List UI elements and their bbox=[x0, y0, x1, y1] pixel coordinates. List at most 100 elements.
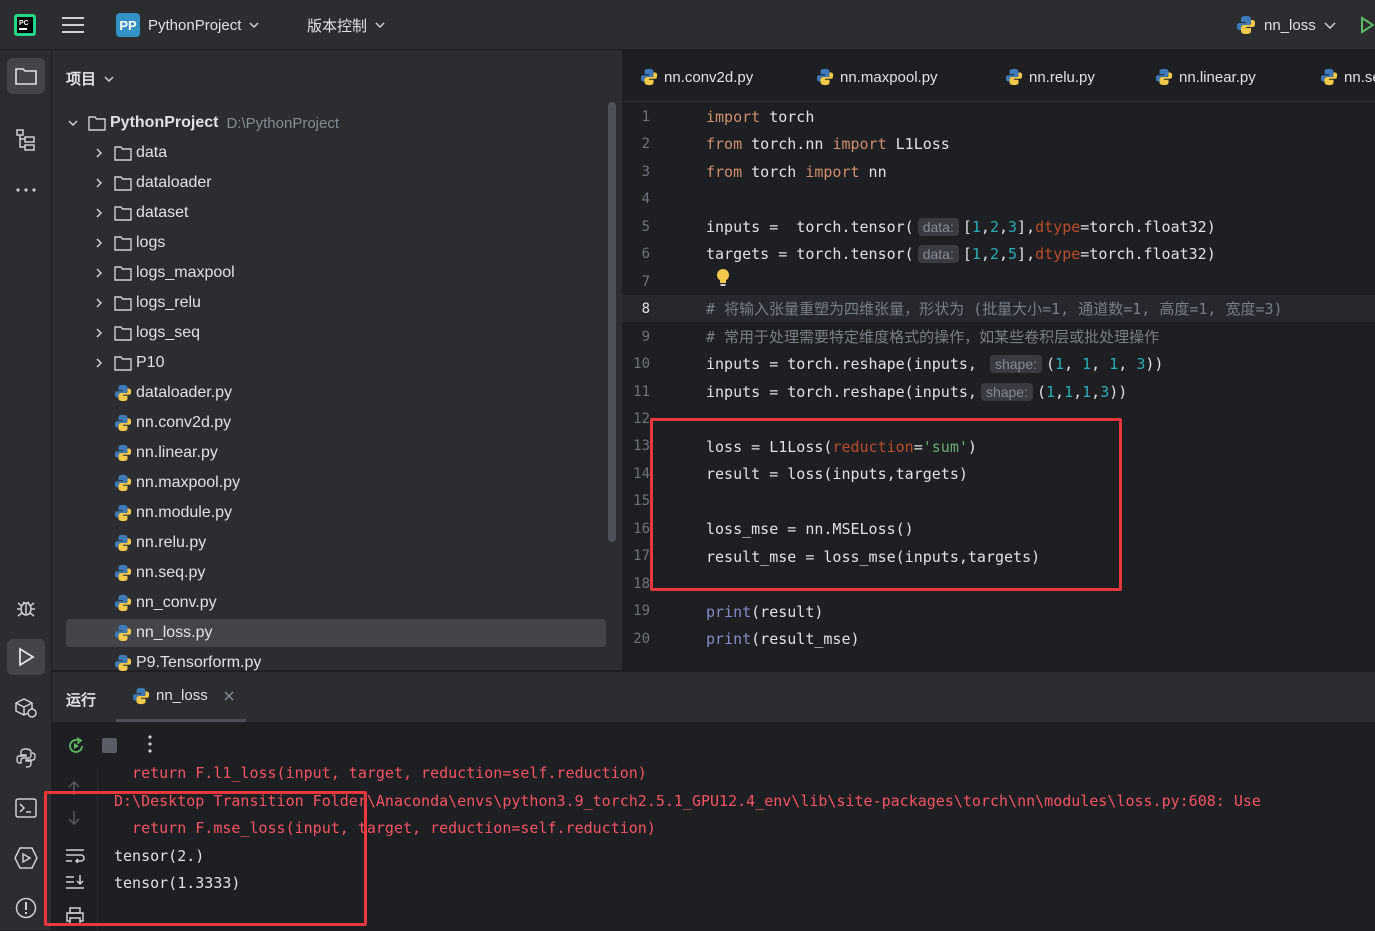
tree-file[interactable]: nn_conv.py bbox=[66, 589, 606, 617]
lightbulb-icon[interactable] bbox=[716, 268, 730, 288]
root-path: D:\PythonProject bbox=[226, 114, 340, 132]
tree-item-label: nn.linear.py bbox=[136, 444, 218, 461]
run-panel: 运行 nn_loss return F.l1_loss(input, targe… bbox=[44, 671, 1375, 931]
tree-file[interactable]: nn.seq.py bbox=[66, 559, 606, 587]
code-line[interactable]: print(result) bbox=[622, 598, 1375, 625]
tree-item-label: nn.maxpool.py bbox=[136, 474, 241, 491]
project-name: PythonProject bbox=[148, 16, 242, 34]
python-file-icon bbox=[114, 384, 132, 402]
tree-folder[interactable]: data bbox=[66, 139, 606, 167]
python-file-icon bbox=[132, 687, 150, 705]
editor-tab[interactable]: nn.linear.py bbox=[1155, 64, 1256, 90]
problems-tool-button[interactable] bbox=[7, 890, 45, 926]
editor-tabs: nn.conv2d.py nn.maxpool.py nn.relu.py nn… bbox=[622, 50, 1375, 102]
python-packages-tool-button[interactable] bbox=[7, 690, 45, 726]
structure-icon bbox=[16, 129, 35, 151]
python-icon bbox=[1237, 16, 1255, 34]
tree-item-label: nn.module.py bbox=[136, 504, 233, 521]
python-file-icon bbox=[816, 68, 834, 86]
vcs-menu[interactable]: 版本控制 bbox=[307, 0, 385, 50]
run-tool-button[interactable] bbox=[7, 639, 45, 675]
chevron-right-icon[interactable] bbox=[92, 326, 106, 340]
code-line[interactable]: # 常用于处理需要特定维度格式的操作，如某些卷积层或批处理操作 bbox=[622, 323, 1375, 350]
inlay-hint: data: bbox=[917, 217, 959, 236]
main-menu-icon[interactable] bbox=[62, 0, 84, 50]
run-panel-header: 运行 nn_loss bbox=[52, 672, 1375, 722]
bug-icon bbox=[17, 601, 35, 617]
tree-item-label: dataloader bbox=[136, 174, 212, 191]
folder-icon bbox=[15, 68, 37, 85]
tree-folder[interactable]: dataloader bbox=[66, 169, 606, 197]
python-file-icon bbox=[1320, 68, 1338, 86]
more-tools-button[interactable] bbox=[7, 172, 45, 208]
chevron-down-icon bbox=[375, 22, 385, 28]
project-tool-button[interactable] bbox=[7, 58, 45, 94]
code-line[interactable]: from torch import nn bbox=[622, 158, 1375, 185]
python-console-tool-button[interactable] bbox=[7, 740, 45, 776]
chevron-down-icon[interactable] bbox=[66, 116, 80, 130]
more-vertical-icon[interactable] bbox=[148, 735, 152, 753]
line-number: 18 bbox=[633, 575, 650, 592]
run-config-selector[interactable]: nn_loss bbox=[1236, 0, 1336, 50]
services-tool-button[interactable] bbox=[7, 840, 45, 876]
project-panel-header[interactable]: 项目 bbox=[66, 68, 114, 89]
tree-file[interactable]: nn.maxpool.py bbox=[66, 469, 606, 497]
chevron-right-icon[interactable] bbox=[92, 266, 106, 280]
line-number: 7 bbox=[641, 273, 650, 290]
project-scrollbar[interactable] bbox=[608, 102, 616, 542]
folder-icon bbox=[114, 145, 132, 161]
chevron-right-icon[interactable] bbox=[92, 146, 106, 160]
tree-folder[interactable]: logs_seq bbox=[66, 319, 606, 347]
code-line[interactable]: print(result_mse) bbox=[622, 625, 1375, 652]
line-number: 15 bbox=[633, 492, 650, 509]
tree-folder[interactable]: logs_relu bbox=[66, 289, 606, 317]
chevron-right-icon[interactable] bbox=[92, 176, 106, 190]
editor-tab[interactable]: nn.se bbox=[1320, 64, 1375, 90]
tree-folder[interactable]: logs bbox=[66, 229, 606, 257]
code-line[interactable]: inputs = torch.reshape(inputs, shape: (1,… bbox=[622, 350, 1375, 377]
chevron-right-icon[interactable] bbox=[92, 206, 106, 220]
tree-file[interactable]: nn.module.py bbox=[66, 499, 606, 527]
terminal-tool-button[interactable] bbox=[7, 790, 45, 826]
project-badge: PP bbox=[116, 13, 140, 37]
tab-label: nn.maxpool.py bbox=[840, 68, 938, 86]
play-icon bbox=[19, 647, 35, 667]
code-line[interactable]: import torch bbox=[622, 103, 1375, 130]
console-line: return F.l1_loss(input, target, reductio… bbox=[114, 764, 647, 782]
chevron-right-icon[interactable] bbox=[92, 356, 106, 370]
tree-file[interactable]: nn_loss.py bbox=[66, 619, 606, 647]
editor-tab[interactable]: nn.maxpool.py bbox=[816, 64, 938, 90]
stop-icon[interactable] bbox=[102, 738, 117, 753]
editor-tab[interactable]: nn.conv2d.py bbox=[640, 64, 753, 90]
tree-root[interactable]: PythonProject D:\PythonProject bbox=[66, 109, 606, 137]
tree-folder[interactable]: P10 bbox=[66, 349, 606, 377]
packages-icon bbox=[15, 698, 37, 718]
tree-folder[interactable]: logs_maxpool bbox=[66, 259, 606, 287]
code-line[interactable]: inputs = torch.tensor(data: [1,2,3],dtype… bbox=[622, 213, 1375, 240]
tree-file[interactable]: nn.linear.py bbox=[66, 439, 606, 467]
code-line[interactable]: from torch.nn import L1Loss bbox=[622, 130, 1375, 157]
pycharm-logo-icon[interactable]: PC bbox=[14, 0, 36, 50]
code-line[interactable]: targets = torch.tensor(data: [1,2,5],dtyp… bbox=[622, 240, 1375, 267]
run-button[interactable] bbox=[1360, 0, 1374, 50]
services-icon bbox=[14, 847, 38, 869]
code-line[interactable]: # 将输入张量重塑为四维张量，形状为 (批量大小=1, 通道数=1, 高度=1,… bbox=[622, 295, 1375, 322]
debug-tool-button[interactable] bbox=[7, 590, 45, 626]
chevron-right-icon[interactable] bbox=[92, 236, 106, 250]
play-icon bbox=[1361, 16, 1374, 34]
code-line[interactable]: inputs = torch.reshape(inputs, shape: (1,1… bbox=[622, 378, 1375, 405]
tree-file[interactable]: dataloader.py bbox=[66, 379, 606, 407]
structure-tool-button[interactable] bbox=[7, 122, 45, 158]
project-switcher[interactable]: PP PythonProject bbox=[116, 0, 259, 50]
tree-file[interactable]: nn.relu.py bbox=[66, 529, 606, 557]
run-tab[interactable]: nn_loss bbox=[116, 672, 246, 722]
editor-tab[interactable]: nn.relu.py bbox=[1005, 64, 1095, 90]
rerun-icon[interactable] bbox=[66, 736, 86, 756]
python-console-icon bbox=[16, 748, 36, 768]
tree-folder[interactable]: dataset bbox=[66, 199, 606, 227]
close-icon[interactable] bbox=[224, 690, 234, 701]
tree-file[interactable]: nn.conv2d.py bbox=[66, 409, 606, 437]
project-panel-title: 项目 bbox=[66, 71, 97, 88]
chevron-right-icon[interactable] bbox=[92, 296, 106, 310]
python-file-icon bbox=[114, 594, 132, 612]
